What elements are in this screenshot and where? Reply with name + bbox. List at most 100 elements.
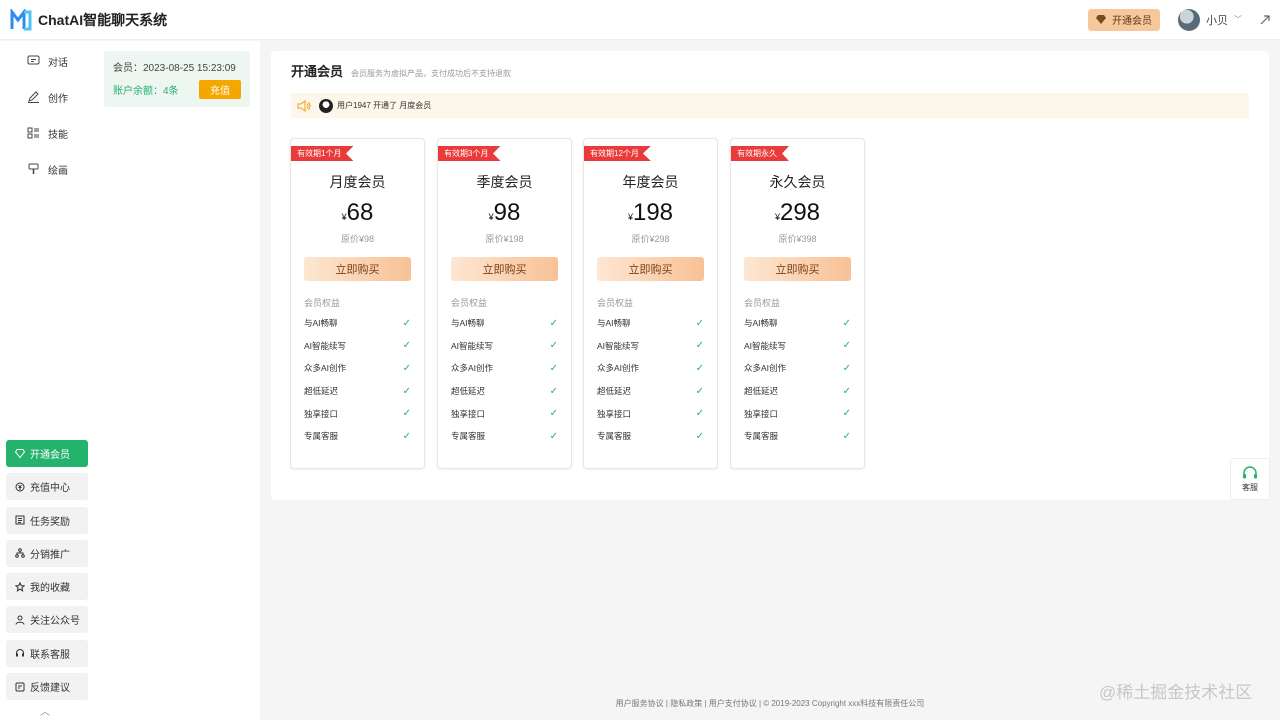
benefit-item: 超低延迟 ✓ [304, 380, 411, 403]
left-nav: 对话 创作 技能 绘画 开通会员 充值中心 任务奖励 分销推广 我的收藏 关注公… [0, 41, 94, 720]
buy-now-button[interactable]: 立即购买 [304, 257, 411, 281]
nav-item-create[interactable]: 创作 [0, 79, 94, 115]
benefit-list: 与AI畅聊 ✓ AI智能续写 ✓ 众多AI创作 ✓ 超低延迟 ✓ 独享接口 ✓ 专属客服 ✓ [451, 312, 558, 448]
nav-item-label: 技能 [48, 129, 68, 141]
benefit-item: 专属客服 ✓ [304, 425, 411, 448]
original-price: 原价¥198 [485, 234, 524, 244]
sidebar-item-tasks[interactable]: 任务奖励 [6, 506, 88, 534]
benefit-label: 专属客服 [744, 431, 779, 442]
benefit-item: 独享接口 ✓ [744, 402, 851, 425]
benefit-item: AI智能续写 ✓ [451, 335, 558, 358]
headset-icon [1243, 465, 1257, 478]
check-icon: ✓ [695, 430, 704, 442]
recharge-icon [15, 482, 25, 492]
benefit-item: 超低延迟 ✓ [597, 380, 704, 403]
check-icon: ✓ [695, 340, 704, 352]
check-icon: ✓ [402, 430, 411, 442]
sidebar-item-contact[interactable]: 联系客服 [6, 639, 88, 667]
benefit-label: 专属客服 [597, 431, 632, 442]
sidebar-item-label: 充值中心 [30, 483, 70, 495]
plan-price: ¥298 [731, 199, 864, 227]
buy-now-button[interactable]: 立即购买 [451, 257, 558, 281]
benefits-title: 会员权益 [744, 298, 781, 308]
benefit-label: 独享接口 [304, 408, 339, 419]
benefit-item: 与AI畅聊 ✓ [597, 312, 704, 335]
price-value: 298 [779, 199, 821, 226]
validity-ribbon: 有效期12个月 [584, 146, 651, 161]
benefit-item: 众多AI创作 ✓ [451, 357, 558, 380]
diamond-icon [1096, 15, 1106, 24]
nav-item-skills[interactable]: 技能 [0, 115, 94, 151]
recharge-button[interactable]: 充值 [199, 80, 241, 99]
nav-item-chat[interactable]: 对话 [0, 43, 94, 79]
user-name: 小贝 [1206, 14, 1228, 27]
price-value: 68 [346, 199, 374, 226]
benefit-label: 超低延迟 [451, 386, 486, 397]
check-icon: ✓ [402, 340, 411, 352]
buy-now-button[interactable]: 立即购买 [597, 257, 704, 281]
benefit-item: AI智能续写 ✓ [597, 335, 704, 358]
sidebar-item-follow[interactable]: 关注公众号 [6, 606, 88, 634]
benefit-label: 与AI畅聊 [597, 318, 631, 329]
brush-icon [28, 163, 39, 174]
sidebar-item-label: 分销推广 [30, 549, 70, 561]
app-title: ChatAI智能聊天系统 [38, 11, 168, 28]
chevron-up-icon[interactable]: ︿ [40, 703, 50, 718]
benefit-item: AI智能续写 ✓ [304, 335, 411, 358]
diamond-icon [15, 449, 25, 458]
plan-card-yearly: 有效期12个月 年度会员 ¥198 原价¥298 立即购买 会员权益 与AI畅聊… [583, 138, 718, 469]
sidebar-item-recharge[interactable]: 充值中心 [6, 473, 88, 501]
user-icon [15, 615, 25, 625]
benefit-item: 专属客服 ✓ [597, 425, 704, 448]
check-icon: ✓ [402, 408, 411, 420]
headset-icon [16, 649, 24, 657]
benefit-item: 众多AI创作 ✓ [744, 357, 851, 380]
check-icon: ✓ [842, 317, 851, 329]
customer-service-label: 客服 [1242, 482, 1258, 492]
sidebar-item-favorites[interactable]: 我的收藏 [6, 573, 88, 601]
original-price: 原价¥398 [778, 234, 817, 244]
check-icon: ✓ [695, 317, 704, 329]
customer-service-button[interactable]: 客服 [1230, 458, 1270, 500]
benefit-item: 与AI畅聊 ✓ [744, 312, 851, 335]
buy-now-button[interactable]: 立即购买 [744, 257, 851, 281]
sidebar-item-label: 反馈建议 [30, 683, 70, 695]
sidebar-item-label: 开通会员 [30, 450, 70, 461]
notice-bar: 用户1947 开通了 月度会员 [291, 93, 1249, 118]
benefit-label: AI智能续写 [451, 340, 494, 351]
user-menu[interactable]: 小贝 ﹀ [1178, 8, 1242, 31]
notice-avatar [319, 98, 333, 113]
logo[interactable]: ChatAI智能聊天系统 [10, 8, 168, 31]
check-icon: ✓ [842, 430, 851, 442]
sidebar-item-label: 我的收藏 [30, 583, 70, 595]
nav-item-label: 创作 [48, 93, 68, 105]
page-title: 开通会员 [291, 64, 344, 79]
sidebar-item-feedback[interactable]: 反馈建议 [6, 673, 88, 701]
logo-icon [10, 8, 32, 30]
nav-item-draw[interactable]: 绘画 [0, 151, 94, 187]
logout-icon[interactable] [1260, 14, 1270, 25]
benefit-item: 与AI畅聊 ✓ [451, 312, 558, 335]
benefit-item: 独享接口 ✓ [597, 402, 704, 425]
sidebar-item-promotion[interactable]: 分销推广 [6, 539, 88, 567]
chevron-down-icon: ﹀ [1234, 15, 1242, 24]
check-icon: ✓ [402, 385, 411, 397]
check-icon: ✓ [695, 385, 704, 397]
benefit-label: 独享接口 [597, 408, 632, 419]
member-info-panel: 会员：2023-08-25 15:23:09 账户余额：4条 充值 [94, 41, 260, 720]
plan-name: 月度会员 [329, 174, 386, 190]
original-price: 原价¥98 [340, 234, 375, 244]
open-vip-button[interactable]: 开通会员 [1088, 8, 1160, 31]
member-expiry: 会员：2023-08-25 15:23:09 [113, 63, 236, 74]
plan-price: ¥198 [584, 199, 717, 227]
benefit-item: 独享接口 ✓ [451, 402, 558, 425]
benefit-label: AI智能续写 [304, 340, 347, 351]
benefit-label: 独享接口 [451, 408, 486, 419]
account-balance: 账户余额：4条 [113, 86, 179, 97]
plan-price: ¥98 [438, 199, 571, 227]
sidebar-item-label: 关注公众号 [30, 616, 80, 628]
nav-item-label: 绘画 [48, 165, 68, 177]
sidebar-item-open-vip[interactable]: 开通会员 [6, 440, 88, 467]
speaker-icon [297, 99, 311, 112]
benefit-list: 与AI畅聊 ✓ AI智能续写 ✓ 众多AI创作 ✓ 超低延迟 ✓ 独享接口 ✓ 专属客服 ✓ [304, 312, 411, 448]
